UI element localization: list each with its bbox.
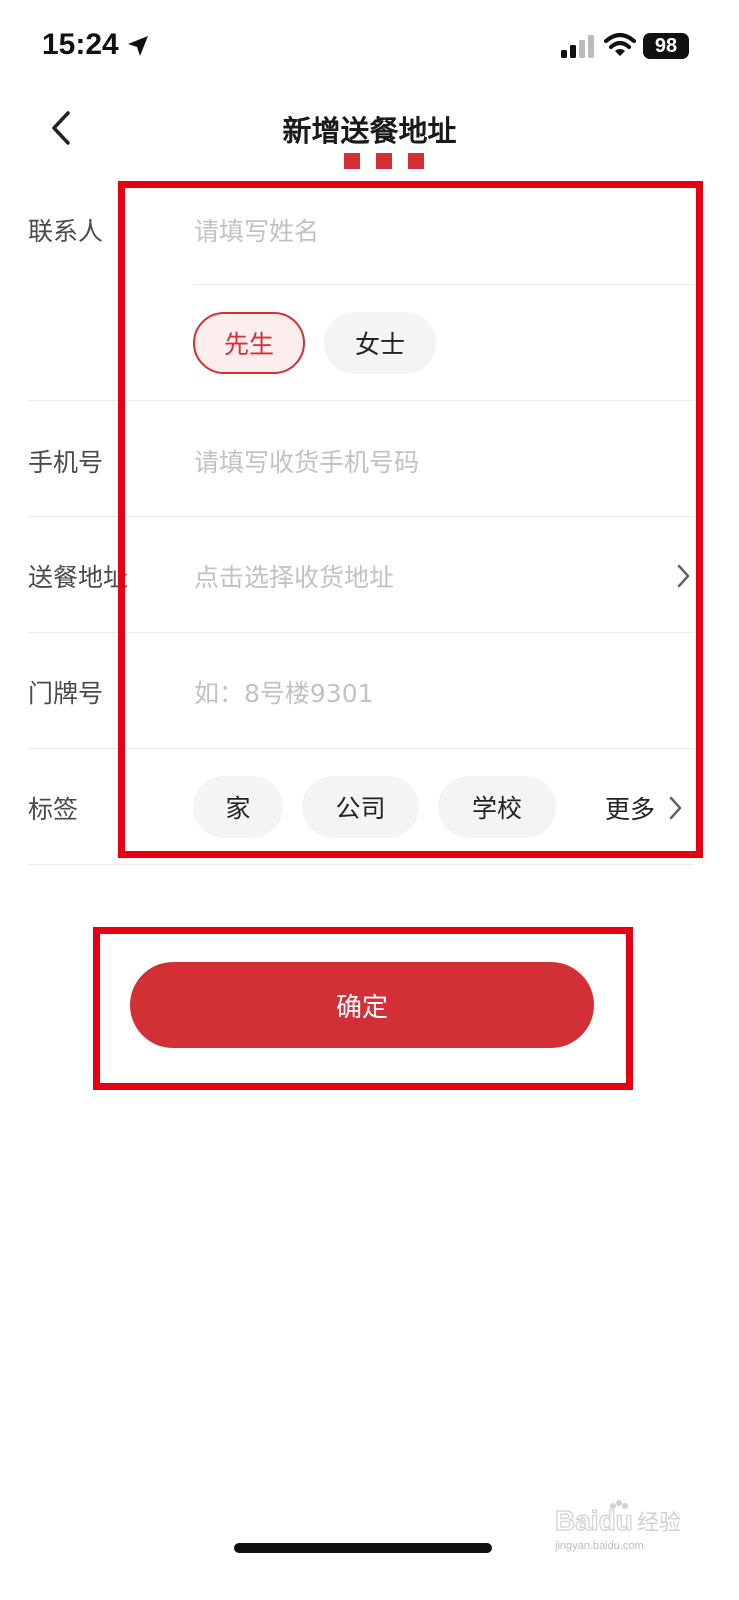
status-time: 15:24 [42, 28, 119, 61]
confirm-button[interactable]: 确定 [130, 962, 594, 1048]
loading-dots [344, 153, 424, 171]
status-bar: 15:24 98 [0, 0, 739, 92]
address-label: 送餐地址 [28, 563, 129, 592]
location-arrow-icon [128, 36, 148, 56]
door-number-label: 门牌号 [28, 679, 104, 708]
page-title: 新增送餐地址 [282, 114, 457, 148]
watermark-url: jingyan.baidu.com [555, 1540, 644, 1552]
form-highlight-box [118, 181, 703, 858]
contact-label: 联系人 [28, 217, 104, 246]
dot [344, 153, 360, 169]
dot [376, 153, 392, 169]
baidu-watermark-logo: Baidu 经验 [555, 1500, 681, 1537]
cellular-signal-icon [561, 35, 594, 58]
phone-label: 手机号 [28, 448, 104, 477]
dot [408, 153, 424, 169]
divider [28, 864, 694, 865]
tags-label: 标签 [28, 795, 79, 824]
battery-indicator: 98 [643, 33, 689, 59]
home-indicator [234, 1543, 492, 1553]
wifi-icon [604, 33, 636, 56]
svg-text:Baidu: Baidu [555, 1505, 633, 1536]
svg-text:经验: 经验 [637, 1511, 681, 1536]
